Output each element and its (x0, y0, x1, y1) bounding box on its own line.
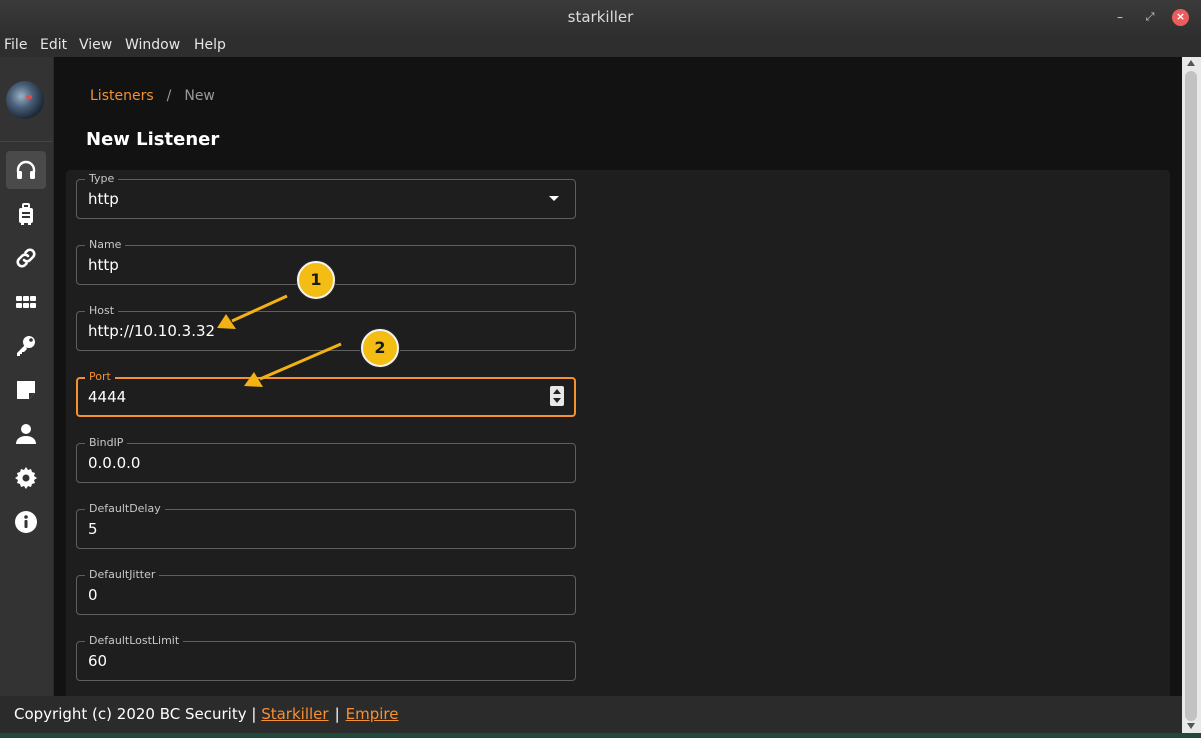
main-content: Listeners / New New Listener Type http Nam… (54, 57, 1182, 696)
type-label: Type (85, 172, 119, 186)
window-titlebar: starkiller – ⤢ × (0, 0, 1201, 35)
sidebar-item-modules[interactable] (6, 283, 46, 321)
link-icon (16, 248, 36, 268)
sidebar-item-listeners[interactable] (6, 151, 46, 189)
default-lost-limit-value: 60 (88, 652, 108, 670)
sidebar (0, 57, 54, 696)
default-delay-field[interactable]: DefaultDelay 5 (76, 502, 576, 549)
gear-icon (15, 467, 37, 489)
default-jitter-label: DefaultJitter (85, 568, 160, 582)
breadcrumb-current: New (184, 88, 215, 104)
grid-icon (16, 296, 36, 308)
luggage-icon (19, 203, 33, 225)
stepper-down-icon[interactable] (553, 398, 561, 403)
empire-link[interactable]: Empire (346, 705, 399, 723)
headphones-icon (16, 160, 36, 179)
maximize-button[interactable]: ⤢ (1141, 8, 1159, 26)
default-delay-value: 5 (88, 520, 98, 538)
stepper-up-icon[interactable] (553, 389, 561, 394)
sidebar-item-reporting[interactable] (6, 371, 46, 409)
sidebar-item-users[interactable] (6, 415, 46, 453)
menu-edit[interactable]: Edit (40, 37, 67, 53)
type-select[interactable]: Type http (76, 172, 576, 219)
name-value: http (88, 256, 119, 274)
name-label: Name (85, 238, 126, 252)
scrollbar-thumb[interactable] (1185, 71, 1197, 721)
bindip-label: BindIP (85, 436, 128, 450)
default-delay-label: DefaultDelay (85, 502, 165, 516)
copyright-text: Copyright (c) 2020 BC Security | (14, 705, 257, 723)
user-icon (16, 424, 36, 444)
starkiller-link[interactable]: Starkiller (261, 705, 328, 723)
host-field[interactable]: Host http://10.10.3.32 (76, 304, 576, 351)
host-value: http://10.10.3.32 (88, 322, 216, 340)
breadcrumb: Listeners / New (90, 88, 215, 104)
page-title: New Listener (86, 129, 220, 150)
sidebar-item-about[interactable] (6, 503, 46, 541)
default-lost-limit-field[interactable]: DefaultLostLimit 60 (76, 634, 576, 681)
host-label: Host (85, 304, 119, 318)
annotation-badge-1: 1 (297, 261, 335, 299)
footer: Copyright (c) 2020 BC Security | Starkil… (0, 696, 1182, 733)
bindip-field[interactable]: BindIP 0.0.0.0 (76, 436, 576, 483)
sidebar-item-agents[interactable] (6, 239, 46, 277)
minimize-button[interactable]: – (1111, 8, 1129, 26)
sidebar-divider (0, 141, 53, 142)
vertical-scrollbar[interactable] (1182, 57, 1201, 733)
desktop-edge (0, 733, 1201, 738)
port-stepper[interactable] (550, 386, 564, 406)
chevron-down-icon (549, 196, 559, 201)
avatar[interactable] (6, 81, 44, 119)
window-title: starkiller (567, 8, 634, 26)
port-value: 4444 (88, 388, 127, 406)
port-label: Port (85, 370, 115, 384)
sidebar-item-stagers[interactable] (6, 195, 46, 233)
menu-bar: File Edit View Window Help (0, 34, 1201, 57)
type-value: http (88, 190, 119, 208)
default-lost-limit-label: DefaultLostLimit (85, 634, 184, 648)
footer-separator: | (334, 705, 340, 723)
close-button[interactable]: × (1172, 9, 1189, 26)
breadcrumb-listeners-link[interactable]: Listeners (90, 88, 154, 104)
default-jitter-value: 0 (88, 586, 98, 604)
sidebar-item-settings[interactable] (6, 459, 46, 497)
menu-view[interactable]: View (79, 37, 112, 53)
default-jitter-field[interactable]: DefaultJitter 0 (76, 568, 576, 615)
key-icon (17, 336, 35, 356)
scroll-up-icon[interactable] (1187, 60, 1195, 66)
port-field[interactable]: Port 4444 (76, 370, 576, 417)
note-icon (17, 381, 35, 399)
breadcrumb-separator: / (166, 88, 172, 104)
annotation-badge-2: 2 (361, 329, 399, 367)
listener-form-card: Type http Name http Host http://10.10.3.… (66, 170, 1170, 696)
menu-window[interactable]: Window (125, 37, 180, 53)
menu-file[interactable]: File (4, 37, 27, 53)
info-icon (15, 511, 37, 533)
menu-help[interactable]: Help (194, 37, 226, 53)
bindip-value: 0.0.0.0 (88, 454, 141, 472)
sidebar-item-credentials[interactable] (6, 327, 46, 365)
scroll-down-icon[interactable] (1187, 723, 1195, 729)
